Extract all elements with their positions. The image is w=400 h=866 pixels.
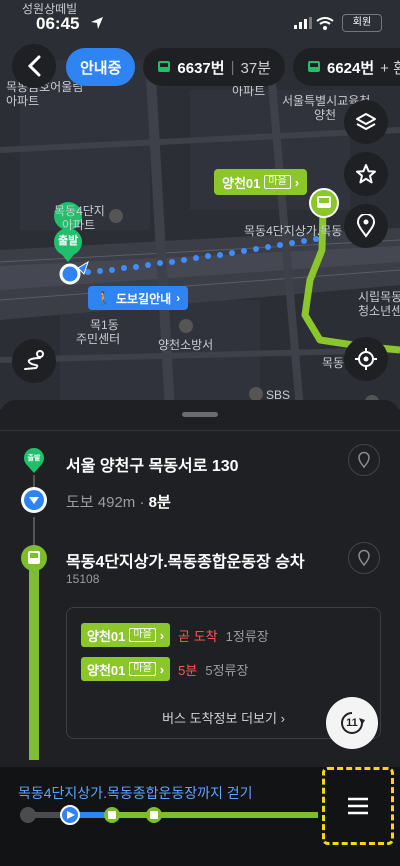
layers-button[interactable] <box>344 100 388 144</box>
chip-label: 안내중 <box>80 59 122 77</box>
chevron-right-icon: › <box>294 174 300 190</box>
route-option-chips: 안내중 6637번 | 37분 6624번 + 환 <box>66 48 400 86</box>
chip-guiding[interactable]: 안내중 <box>66 48 136 86</box>
chip-route-6624[interactable]: 6624번 + 환 <box>292 48 400 86</box>
map-label: 청소년센 <box>358 304 400 318</box>
refresh-countdown: 11 <box>346 717 358 729</box>
bus-stop-badge[interactable]: 양천01 마을 › <box>214 169 308 195</box>
map-pin-icon <box>358 549 370 567</box>
location-arrow-icon <box>91 17 103 29</box>
chip-separator: | <box>230 58 235 76</box>
walk-guide-label: 도보길안내 <box>115 291 172 306</box>
stop-map-pin-button[interactable] <box>348 542 380 574</box>
battery-indicator: 회원 <box>342 14 382 32</box>
route-rail-dots <box>33 517 35 545</box>
chip-route-6637[interactable]: 6637번 | 37분 <box>143 48 285 86</box>
status-time: 06:45 <box>36 14 80 33</box>
route-icon <box>24 350 44 370</box>
village-bus-tag: 마을 <box>264 175 291 189</box>
arrival-stops: 5정류장 <box>205 662 249 678</box>
screen: 성원상떼빌 목동금호어울림 아파트 아파트 서울특별시교육청 양천 목동4단지 … <box>0 0 400 866</box>
arrival-row[interactable]: 양천01 마을 › 곧 도착 1정류장 <box>81 623 269 647</box>
map-label: 양천 <box>314 108 337 122</box>
map-label: 목동4단지상가.목동 <box>244 224 343 238</box>
chip-duration: 37분 <box>240 59 271 77</box>
origin-pin-icon: 출발 <box>24 448 44 473</box>
boarding-stop-name: 목동4단지상가.목동종합운동장 승차 <box>66 554 305 571</box>
sheet-grab-handle[interactable] <box>182 412 218 417</box>
chevron-right-icon: › <box>159 627 165 643</box>
refresh-arrivals-button[interactable]: 11 <box>326 697 378 749</box>
menu-button[interactable] <box>322 767 394 845</box>
walk-step-icon <box>21 487 47 513</box>
chevron-right-icon: › <box>159 661 165 677</box>
walking-person-icon: 🚶 <box>96 291 111 305</box>
chevron-left-icon <box>27 55 41 77</box>
hamburger-menu-icon <box>348 797 368 815</box>
village-bus-tag: 마을 <box>129 662 156 676</box>
walk-mode: 도보 <box>66 494 94 511</box>
map-label: 아파트 <box>232 84 266 98</box>
start-pin-label: 출발 <box>58 235 79 247</box>
arrival-status: 곧 도착 <box>178 628 218 644</box>
walk-distance: 492m <box>97 494 136 511</box>
chip-route-number: 6637번 <box>177 59 225 77</box>
map-label: 아파트 <box>62 218 96 232</box>
map-label: 시립목동 <box>358 290 400 304</box>
status-bar: 06:45 회원 <box>0 8 400 33</box>
sheet-divider <box>0 430 400 431</box>
bus-icon <box>158 61 171 72</box>
svg-text:출발: 출발 <box>28 453 41 462</box>
star-icon <box>356 164 376 184</box>
back-button[interactable] <box>12 44 56 88</box>
walk-summary: 도보 492m · 8분 <box>66 491 171 512</box>
map-pin-icon <box>356 214 376 238</box>
wifi-icon <box>316 17 334 30</box>
origin-address: 서울 양천구 목동서로 130 <box>66 458 239 475</box>
chip-transfer: + 환 <box>380 59 400 77</box>
bus-route-rail <box>29 550 39 760</box>
route-badge: 양천01 마을 › <box>81 657 171 681</box>
origin-map-pin-button[interactable] <box>348 444 380 476</box>
walk-time: 8분 <box>148 494 171 511</box>
current-location-button[interactable] <box>344 337 388 381</box>
route-view-button[interactable] <box>12 339 56 383</box>
boarding-stop-code: 15108 <box>66 572 100 586</box>
map-label: 목동4단지 <box>54 204 105 218</box>
crosshair-icon <box>355 348 377 370</box>
arrival-row[interactable]: 양천01 마을 › 5분 5정류장 <box>81 657 248 681</box>
map-label: 아파트 <box>6 94 40 108</box>
route-name: 양천01 <box>87 662 126 678</box>
walk-separator: · <box>139 494 145 511</box>
map-pin-icon <box>358 451 370 469</box>
current-step-title: 목동4단지상가.목동종합운동장까지 걷기 <box>18 785 253 801</box>
place-pin-button[interactable] <box>344 204 388 248</box>
map-view[interactable]: 성원상떼빌 목동금호어울림 아파트 아파트 서울특별시교육청 양천 목동4단지 … <box>0 0 400 410</box>
bus-stop-icon <box>21 545 47 571</box>
route-badge: 양천01 마을 › <box>81 623 171 647</box>
layers-icon <box>356 113 376 130</box>
step-progress-track <box>20 805 318 825</box>
bus-route-label: 양천01 <box>222 175 261 191</box>
map-label: 양천소방서 <box>158 338 214 352</box>
favorite-button[interactable] <box>344 152 388 196</box>
route-name: 양천01 <box>87 628 126 644</box>
map-label: 목동 <box>322 356 345 370</box>
map-label: 목1동 <box>90 318 119 332</box>
bus-icon <box>307 61 320 72</box>
chevron-right-icon: › <box>176 291 181 305</box>
village-bus-tag: 마을 <box>129 628 156 642</box>
chip-route-number: 6624번 <box>326 59 375 77</box>
arrival-status: 5분 <box>178 662 198 678</box>
map-label: 주민센터 <box>76 332 121 346</box>
arrival-stops: 1정류장 <box>225 628 269 644</box>
walk-guide-button[interactable]: 🚶 도보길안내 › <box>88 286 189 310</box>
signal-icon <box>294 17 312 29</box>
